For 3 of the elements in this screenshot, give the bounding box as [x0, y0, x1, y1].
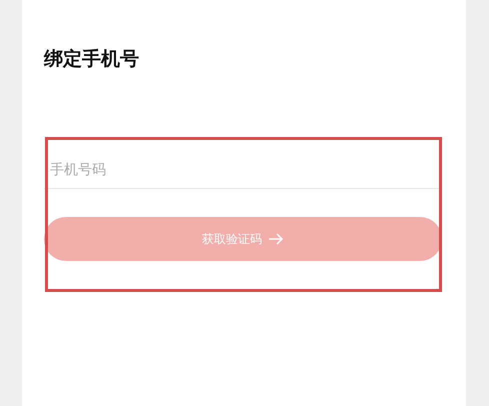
arrow-right-icon [268, 233, 284, 245]
page-title: 绑定手机号 [44, 48, 139, 72]
phone-input-field[interactable]: 手机号码 [44, 149, 441, 189]
